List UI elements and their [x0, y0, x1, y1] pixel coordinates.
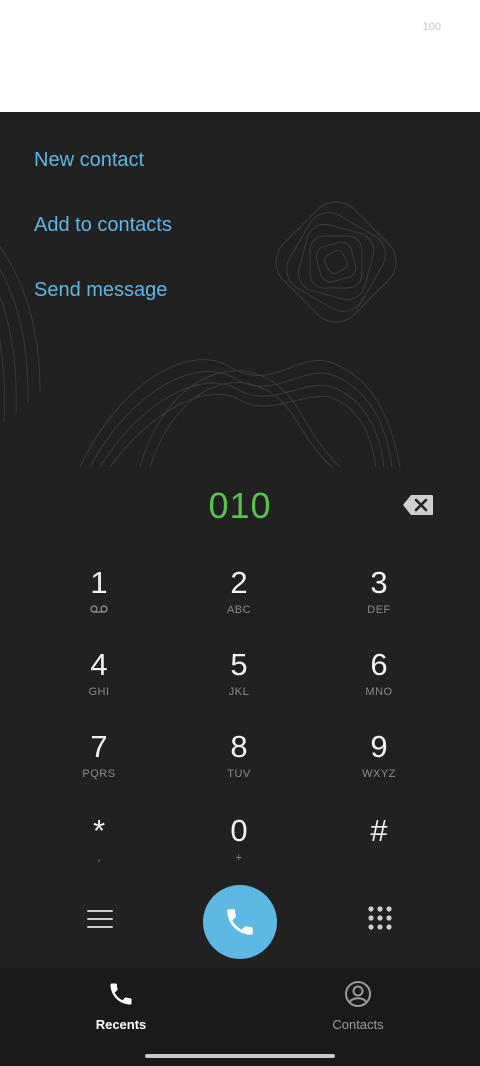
key-6[interactable]: 6 MNO — [319, 647, 439, 717]
battery-level: 100 — [422, 21, 441, 33]
key-digit: # — [370, 813, 388, 848]
person-circle-icon — [345, 981, 371, 1007]
key-hash[interactable]: # — [319, 813, 439, 883]
backspace-icon[interactable] — [402, 494, 434, 516]
key-0[interactable]: 0 + — [179, 813, 299, 883]
key-digit: 5 — [230, 647, 248, 682]
phone-icon — [227, 909, 253, 935]
send-message-link[interactable]: Send message — [34, 279, 167, 302]
key-letters: + — [235, 852, 243, 864]
menu-icon[interactable] — [86, 907, 114, 931]
key-digit: 3 — [370, 565, 388, 600]
key-letters: DEF — [367, 604, 391, 616]
call-button[interactable] — [203, 885, 277, 959]
key-digit: 4 — [90, 647, 108, 682]
dialpad-icon[interactable] — [367, 905, 393, 931]
nav-recents[interactable]: Recents — [61, 980, 181, 1032]
bottom-nav: Recents Contacts — [0, 968, 480, 1066]
key-digit: 2 — [230, 565, 248, 600]
key-8[interactable]: 8 TUV — [179, 729, 299, 799]
key-9[interactable]: 9 WXYZ — [319, 729, 439, 799]
key-digit: * — [92, 813, 106, 848]
key-2[interactable]: 2 ABC — [179, 565, 299, 635]
key-4[interactable]: 4 GHI — [39, 647, 159, 717]
key-5[interactable]: 5 JKL — [179, 647, 299, 717]
add-to-contacts-link[interactable]: Add to contacts — [34, 214, 172, 237]
key-digit: 6 — [370, 647, 388, 682]
key-letters: JKL — [228, 686, 250, 698]
status-bar: 100 — [0, 0, 480, 112]
key-letters: WXYZ — [362, 768, 396, 780]
key-letters: TUV — [227, 768, 251, 780]
key-digit: 8 — [230, 729, 248, 764]
key-1[interactable]: 1 — [39, 565, 159, 635]
voicemail-icon — [90, 605, 108, 613]
key-letters: ABC — [226, 604, 252, 616]
home-indicator[interactable] — [145, 1054, 335, 1058]
key-letters: , — [97, 852, 101, 864]
key-digit: 1 — [90, 565, 108, 600]
dialer-area: New contact Add to contacts Send message… — [0, 112, 480, 968]
nav-contacts-label: Contacts — [332, 1017, 384, 1032]
key-3[interactable]: 3 DEF — [319, 565, 439, 635]
key-digit: 9 — [370, 729, 388, 764]
key-digit: 7 — [90, 729, 108, 764]
key-letters: GHI — [88, 686, 110, 698]
key-7[interactable]: 7 PQRS — [39, 729, 159, 799]
key-star[interactable]: * , — [39, 813, 159, 883]
phone-screen: 100 New contact Add to contacts Send mes… — [0, 0, 480, 1066]
phone-icon — [110, 983, 132, 1005]
key-letters: PQRS — [82, 768, 116, 780]
new-contact-link[interactable]: New contact — [34, 149, 144, 172]
key-digit: 0 — [230, 813, 248, 848]
nav-recents-label: Recents — [95, 1017, 147, 1032]
nav-contacts[interactable]: Contacts — [298, 980, 418, 1032]
key-letters: MNO — [365, 686, 393, 698]
